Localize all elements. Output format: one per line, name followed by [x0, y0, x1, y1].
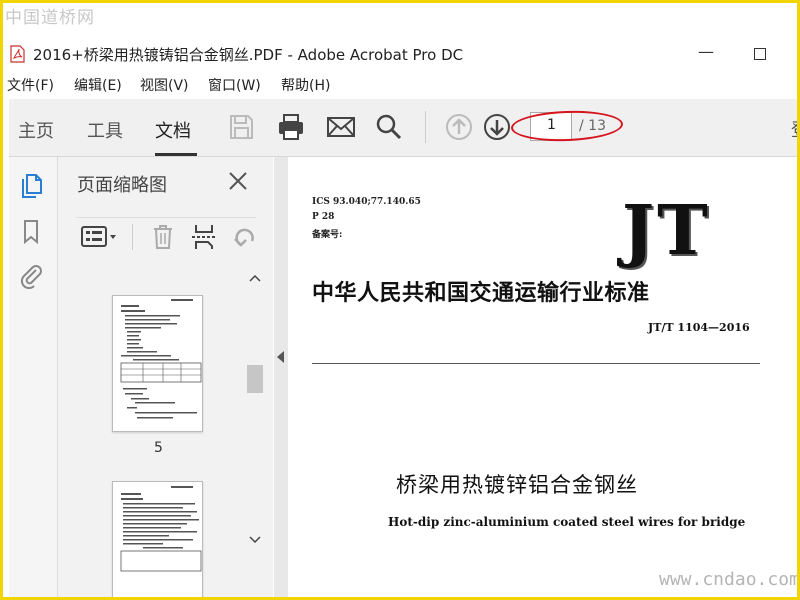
document-view: ICS 93.040;77.140.65 P 28 备案号: JT 中华人民共和…: [288, 157, 797, 597]
window-title: 2016+桥梁用热镀铸铝合金钢丝.PDF - Adobe Acrobat Pro…: [33, 46, 464, 64]
close-icon[interactable]: [226, 169, 250, 193]
collapse-panel-icon[interactable]: [277, 351, 285, 363]
navigation-rail: [9, 157, 58, 597]
bookmark-icon[interactable]: [17, 217, 45, 245]
thumbnail-scrollbar[interactable]: [246, 269, 264, 549]
menu-view[interactable]: 视图(V): [140, 75, 189, 95]
extract-pages-icon[interactable]: [190, 222, 218, 252]
doc-p-class: P 28: [312, 212, 335, 222]
tools-separator: [132, 224, 133, 250]
pdf-file-icon: [10, 45, 25, 63]
panel-splitter[interactable]: [274, 157, 288, 597]
tab-home[interactable]: 主页: [18, 117, 54, 143]
doc-record-number: 备案号:: [312, 230, 343, 240]
thumbnail-page-number: 5: [154, 440, 163, 456]
menu-help[interactable]: 帮助(H): [281, 75, 330, 95]
bottom-watermark: www.cndao.com: [659, 569, 800, 590]
doc-divider: [312, 363, 760, 364]
rotate-icon[interactable]: [232, 224, 258, 250]
thumbnail-page-next[interactable]: [112, 481, 203, 597]
title-bar: 2016+桥梁用热镀铸铝合金钢丝.PDF - Adobe Acrobat Pro…: [3, 39, 797, 71]
menu-bar: 文件(F) 编辑(E) 视图(V) 窗口(W) 帮助(H): [3, 73, 797, 97]
minimize-button[interactable]: —: [693, 41, 719, 67]
top-watermark: 中国道桥网: [5, 8, 95, 28]
delete-icon[interactable]: [150, 222, 176, 252]
menu-file[interactable]: 文件(F): [7, 75, 54, 95]
doc-standard-code: JT/T 1104—2016: [648, 321, 750, 334]
email-icon[interactable]: [325, 111, 357, 143]
toolbar-cutoff-text[interactable]: 登: [791, 116, 797, 142]
thumbnail-tools: [76, 217, 256, 258]
search-icon[interactable]: [373, 111, 405, 143]
doc-title-chinese: 桥梁用热镀锌铝合金钢丝: [396, 473, 638, 497]
menu-window[interactable]: 窗口(W): [208, 75, 261, 95]
tab-document[interactable]: 文档: [155, 117, 191, 143]
active-tab-indicator: [155, 153, 197, 156]
thumbnail-options-icon[interactable]: [80, 224, 120, 250]
thumbnail-panel: 页面缩略图 5: [58, 157, 273, 597]
scroll-up-icon[interactable]: [249, 273, 261, 283]
page-thumbnails-icon[interactable]: [17, 171, 45, 199]
thumbnail-panel-title: 页面缩略图: [77, 175, 167, 196]
print-icon[interactable]: [275, 111, 307, 143]
screenshot-frame: 中国道桥网 2016+桥梁用热镀铸铝合金钢丝.PDF - Adobe Acrob…: [0, 0, 800, 600]
menu-edit[interactable]: 编辑(E): [74, 75, 122, 95]
thumbnail-page[interactable]: [112, 295, 203, 432]
main-toolbar: 主页 工具 文档 1 / 13: [9, 99, 797, 157]
doc-ics: ICS 93.040;77.140.65: [312, 197, 421, 207]
save-icon[interactable]: [225, 111, 257, 143]
toolbar-separator: [425, 111, 426, 143]
scrollbar-thumb[interactable]: [247, 365, 263, 393]
doc-title-english: Hot-dip zinc-aluminium coated steel wire…: [388, 515, 746, 529]
attachment-icon[interactable]: [17, 261, 45, 289]
doc-standard-name: 中华人民共和国交通运输行业标准: [312, 280, 650, 306]
scroll-down-icon[interactable]: [249, 535, 261, 545]
arrow-down-icon[interactable]: [481, 111, 513, 143]
maximize-button[interactable]: [747, 41, 773, 67]
arrow-up-icon[interactable]: [443, 111, 475, 143]
tab-tools[interactable]: 工具: [87, 117, 123, 143]
jt-logo: JT: [622, 191, 711, 271]
